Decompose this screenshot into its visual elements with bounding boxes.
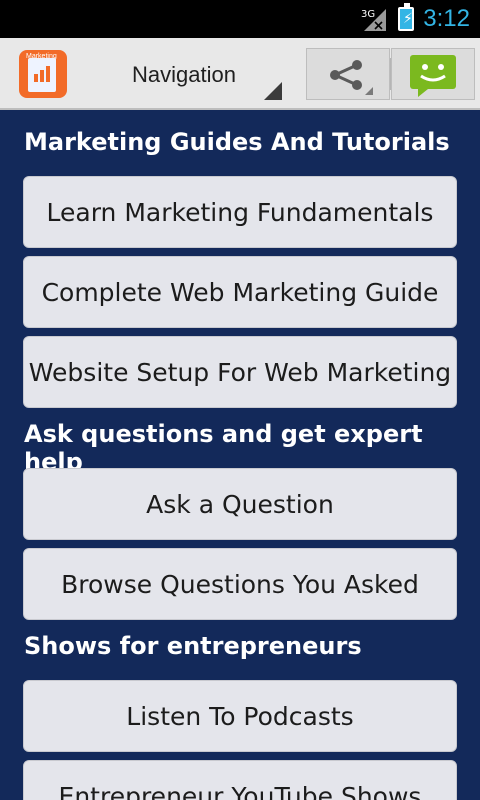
ask-question-button[interactable]: Ask a Question	[23, 468, 457, 540]
chat-smiley-icon	[410, 55, 456, 97]
main-content: Marketing Guides And Tutorials Learn Mar…	[0, 110, 480, 800]
learn-marketing-fundamentals-button[interactable]: Learn Marketing Fundamentals	[23, 176, 457, 248]
network-type-label: 3G	[361, 9, 375, 20]
youtube-shows-button[interactable]: Entrepreneur YouTube Shows	[23, 760, 457, 800]
status-bar: 3G ⚡ 3:12	[0, 0, 480, 38]
share-button[interactable]	[306, 48, 390, 100]
app-logo-icon[interactable]: Marketing	[19, 50, 67, 98]
listen-podcasts-button[interactable]: Listen To Podcasts	[23, 680, 457, 752]
section-title-shows: Shows for entrepreneurs	[24, 632, 362, 660]
browse-questions-button[interactable]: Browse Questions You Asked	[23, 548, 457, 620]
chart-document-icon	[28, 58, 56, 92]
spinner-dropdown-icon[interactable]	[264, 82, 282, 100]
website-setup-button[interactable]: Website Setup For Web Marketing	[23, 336, 457, 408]
navigation-spinner[interactable]: Navigation	[132, 62, 236, 88]
section-title-guides: Marketing Guides And Tutorials	[24, 128, 450, 156]
share-icon	[330, 60, 373, 95]
complete-web-marketing-guide-button[interactable]: Complete Web Marketing Guide	[23, 256, 457, 328]
battery-icon: ⚡	[398, 3, 414, 31]
chat-button[interactable]	[391, 48, 475, 100]
signal-3g-icon: 3G	[361, 9, 386, 31]
clock: 3:12	[423, 5, 470, 32]
